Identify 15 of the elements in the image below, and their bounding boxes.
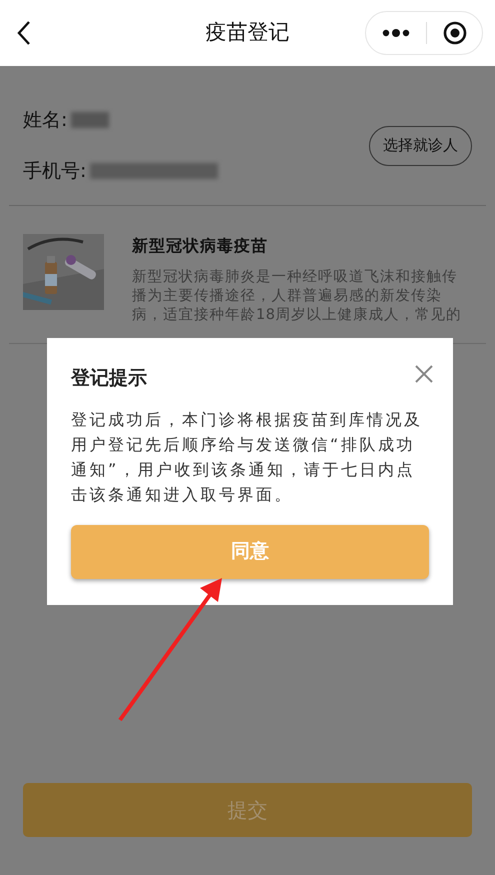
agree-button[interactable]: 同意 (71, 524, 429, 578)
submit-button[interactable]: 提交 (23, 783, 472, 837)
target-icon[interactable] (443, 21, 467, 45)
vaccine-description: 新型冠状病毒肺炎是一种经呼吸道飞沫和接触传播为主要传播途径，人群普遍易感的新发传染病，适宜接种年龄18周岁以上健康成人，常见的 (132, 268, 462, 325)
name-label: 姓名: (23, 108, 68, 133)
back-icon[interactable] (16, 20, 32, 46)
select-patient-button[interactable]: 选择就诊人 (369, 126, 472, 166)
dialog-title: 登记提示 (71, 366, 147, 391)
vaccine-title: 新型冠状病毒疫苗 (132, 235, 269, 257)
phone-label: 手机号: (23, 158, 86, 184)
blurred-name (71, 112, 110, 128)
more-icon[interactable] (382, 28, 410, 38)
dialog-message: 登记成功后，本门诊将根据疫苗到库情况及用户登记先后顺序给与发送微信“排队成功通知”，用户收到该条通知，请于七日内点击该条通知进入取号界面。 (71, 408, 424, 506)
page-title: 疫苗登记 (206, 19, 290, 46)
close-icon[interactable] (415, 365, 433, 384)
